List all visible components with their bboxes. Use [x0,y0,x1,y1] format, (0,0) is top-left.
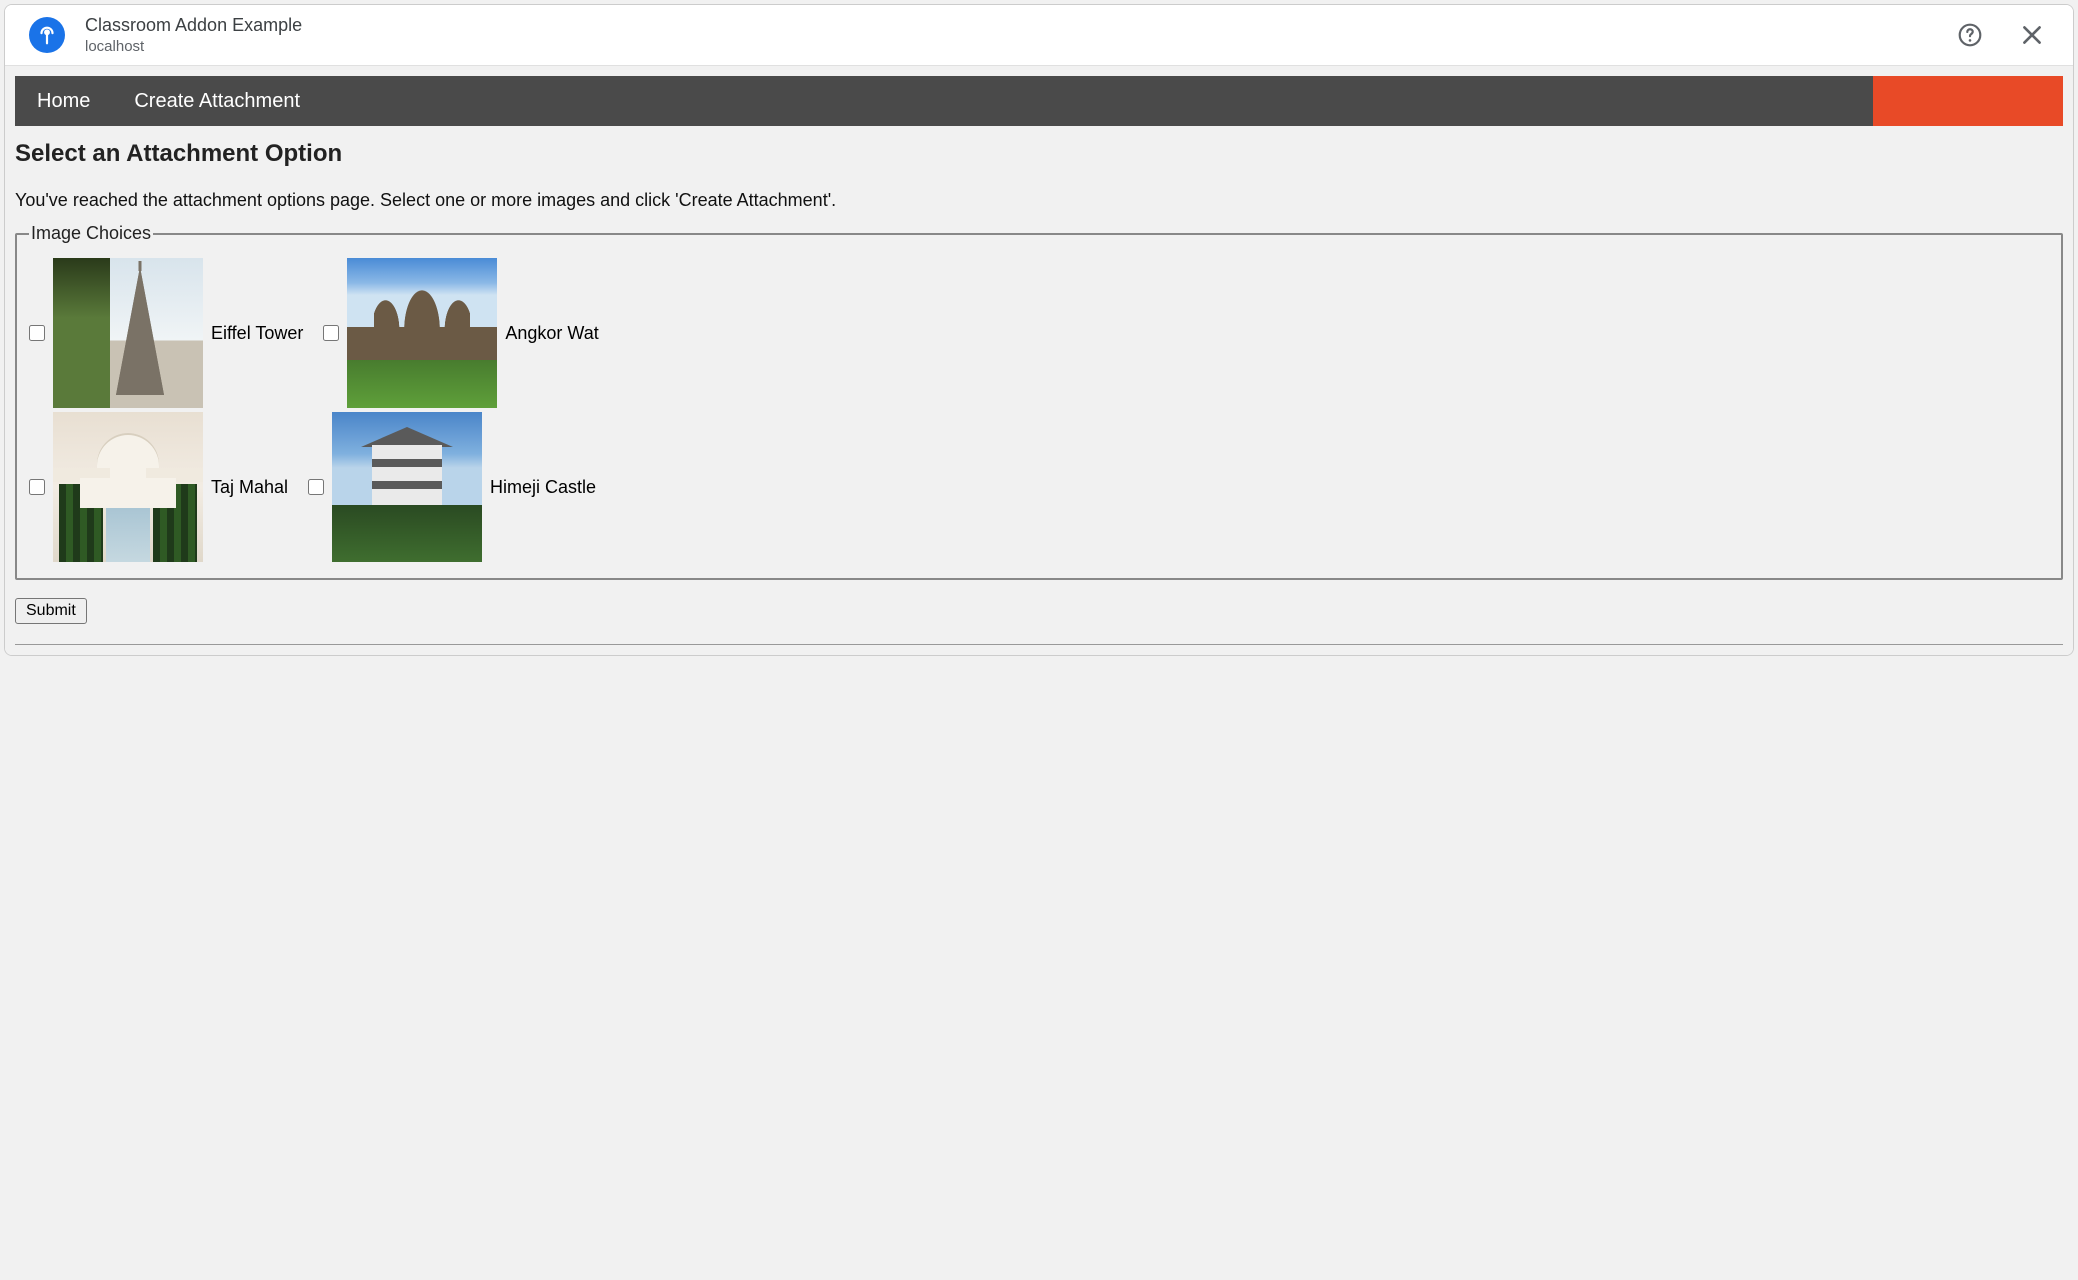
choice-eiffel-tower[interactable]: Eiffel Tower [29,258,313,408]
close-icon [2019,22,2045,48]
nav-accent [1873,76,2063,126]
choice-checkbox-taj-mahal[interactable] [29,479,45,495]
addon-dialog: Classroom Addon Example localhost Home C… [4,4,2074,656]
page-description: You've reached the attachment options pa… [15,190,2063,211]
choice-label: Himeji Castle [490,477,596,498]
choice-checkbox-himeji-castle[interactable] [308,479,324,495]
submit-button[interactable]: Submit [15,598,87,624]
close-button[interactable] [2015,18,2049,52]
thumbnail-himeji-castle [332,412,482,562]
addon-icon [29,17,65,53]
choice-taj-mahal[interactable]: Taj Mahal [29,412,298,562]
choice-angkor-wat[interactable]: Angkor Wat [323,258,608,408]
dialog-titles: Classroom Addon Example localhost [85,15,1953,55]
choice-checkbox-angkor-wat[interactable] [323,325,339,341]
thumbnail-eiffel-tower [53,258,203,408]
choices-row-2: Taj Mahal Himeji Castle [29,412,2049,562]
thumbnail-angkor-wat [347,258,497,408]
choice-label: Eiffel Tower [211,323,303,344]
dialog-title: Classroom Addon Example [85,15,1953,36]
nav-item-home[interactable]: Home [15,76,112,126]
nav-spacer [322,76,1873,126]
choice-label: Taj Mahal [211,477,288,498]
dialog-subtitle: localhost [85,38,1953,55]
choices-row-1: Eiffel Tower Angkor Wat [29,258,2049,408]
dialog-header: Classroom Addon Example localhost [5,5,2073,66]
nav-bar: Home Create Attachment [15,76,2063,126]
page-heading: Select an Attachment Option [15,140,2063,168]
divider [15,644,2063,645]
fieldset-legend: Image Choices [29,223,153,244]
thumbnail-taj-mahal [53,412,203,562]
image-choices-fieldset: Image Choices Eiffel Tower Angkor Wat [15,223,2063,580]
choice-himeji-castle[interactable]: Himeji Castle [308,412,606,562]
help-button[interactable] [1953,18,1987,52]
help-icon [1957,22,1983,48]
choice-label: Angkor Wat [505,323,598,344]
nav-item-create-attachment[interactable]: Create Attachment [112,76,322,126]
choice-checkbox-eiffel-tower[interactable] [29,325,45,341]
dialog-actions [1953,18,2049,52]
content-area: Home Create Attachment Select an Attachm… [5,66,2073,655]
